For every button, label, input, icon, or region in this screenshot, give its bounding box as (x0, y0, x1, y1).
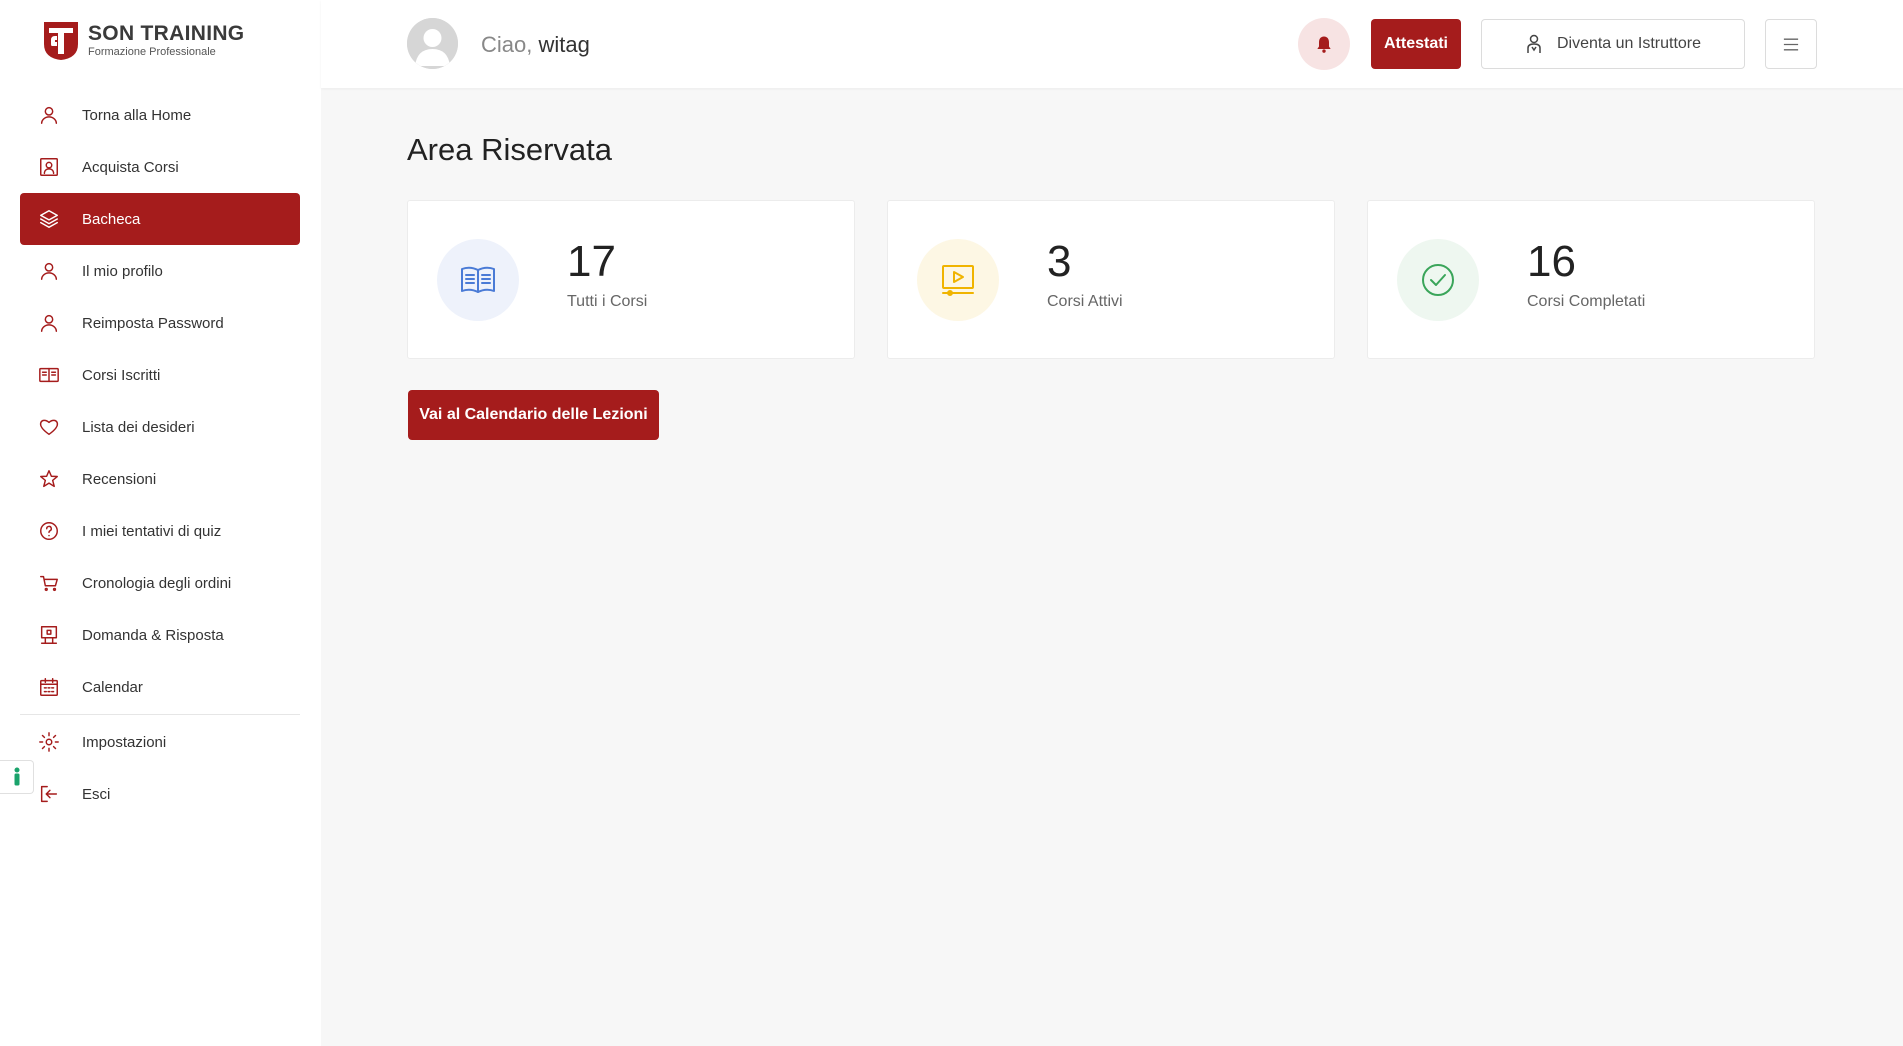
video-lesson-icon (942, 265, 974, 296)
sidebar-item-label: Recensioni (82, 470, 157, 488)
brand-title: SON TRAINING (88, 21, 245, 45)
accessibility-icon (14, 767, 19, 786)
greeting: Ciao, witag (481, 32, 590, 58)
sidebar-item-label: Acquista Corsi (82, 158, 179, 176)
brand-subtitle: Formazione Professionale (88, 45, 216, 58)
stat-label: Corsi Completati (1527, 293, 1646, 310)
sidebar-item-reimposta-password[interactable]: Reimposta Password (20, 297, 300, 349)
stat-icon-circle (1397, 239, 1479, 321)
calendar-lessons-button[interactable]: Vai al Calendario delle Lezioni (408, 390, 659, 440)
stat-card-active-courses: 3 Corsi Attivi (887, 200, 1335, 359)
sidebar-nav: Torna alla Home Acquista Corsi Bacheca I… (20, 89, 300, 820)
sidebar-item-home[interactable]: Torna alla Home (20, 89, 300, 141)
stat-icon-circle (437, 239, 519, 321)
sidebar: SON TRAINING Formazione Professionale To… (0, 0, 321, 1046)
become-instructor-button[interactable]: Diventa un Istruttore (1481, 19, 1745, 69)
hamburger-icon (1783, 38, 1799, 50)
sidebar-item-lista-desideri[interactable]: Lista dei desideri (20, 401, 300, 453)
sidebar-item-label: Reimposta Password (82, 314, 224, 332)
sidebar-item-label: Corsi Iscritti (82, 366, 161, 384)
menu-button[interactable] (1765, 19, 1817, 69)
user-avatar-icon (407, 18, 458, 69)
stat-label: Corsi Attivi (1047, 293, 1123, 310)
page-title: Area Riservata (407, 132, 613, 167)
stat-value: 16 (1527, 237, 1576, 286)
sidebar-item-label: I miei tentativi di quiz (82, 522, 222, 540)
qa-icon (38, 624, 60, 646)
sidebar-item-recensioni[interactable]: Recensioni (20, 453, 300, 505)
stat-label: Tutti i Corsi (567, 293, 648, 310)
accessibility-tab[interactable] (0, 760, 34, 794)
become-instructor-label: Diventa un Istruttore (1556, 35, 1702, 52)
open-book-icon (461, 266, 495, 293)
sidebar-item-label: Calendar (82, 678, 143, 696)
avatar[interactable] (407, 18, 458, 69)
layers-icon (38, 208, 60, 230)
sidebar-item-label: Cronologia degli ordini (82, 574, 232, 592)
star-icon (38, 468, 60, 490)
notifications-button[interactable] (1298, 18, 1350, 70)
sidebar-item-bacheca[interactable]: Bacheca (20, 193, 300, 245)
sidebar-item-label: Esci (82, 785, 111, 803)
sidebar-item-profilo[interactable]: Il mio profilo (20, 245, 300, 297)
stat-card-all-courses: 17 Tutti i Corsi (407, 200, 855, 359)
sidebar-item-corsi-iscritti[interactable]: Corsi Iscritti (20, 349, 300, 401)
sidebar-item-label: Il mio profilo (82, 262, 163, 280)
sidebar-item-esci[interactable]: Esci (20, 768, 300, 820)
portrait-icon (38, 156, 60, 178)
sidebar-item-impostazioni[interactable]: Impostazioni (20, 716, 300, 768)
sidebar-item-label: Torna alla Home (82, 106, 192, 124)
gear-icon (38, 731, 60, 753)
brand-logo[interactable]: SON TRAINING Formazione Professionale (40, 18, 244, 62)
user-icon (38, 260, 60, 282)
stat-value: 17 (567, 237, 616, 286)
sidebar-item-quiz[interactable]: I miei tentativi di quiz (20, 505, 300, 557)
sidebar-item-acquista-corsi[interactable]: Acquista Corsi (20, 141, 300, 193)
sidebar-item-calendar[interactable]: Calendar (20, 661, 300, 713)
bell-icon (1317, 36, 1331, 53)
sidebar-divider (20, 714, 300, 715)
instructor-icon (1527, 34, 1541, 53)
logout-icon (38, 783, 60, 805)
sidebar-item-label: Domanda & Risposta (82, 626, 224, 644)
sidebar-item-ordini[interactable]: Cronologia degli ordini (20, 557, 300, 609)
user-icon (38, 104, 60, 126)
logo-mark-icon (44, 22, 78, 60)
book-icon (38, 364, 60, 386)
stat-value: 3 (1047, 237, 1072, 286)
calendar-icon (38, 676, 60, 698)
top-header: Ciao, witag Attestati Diventa un Istrutt… (321, 0, 1903, 88)
username: witag (538, 32, 590, 57)
sidebar-item-domanda-risposta[interactable]: Domanda & Risposta (20, 609, 300, 661)
cart-icon (38, 572, 60, 594)
stat-icon-circle (917, 239, 999, 321)
sidebar-item-label: Impostazioni (82, 733, 167, 751)
check-circle-icon (1422, 264, 1454, 296)
sidebar-item-label: Lista dei desideri (82, 418, 195, 436)
greeting-prefix: Ciao, (481, 32, 533, 57)
stat-card-completed-courses: 16 Corsi Completati (1367, 200, 1815, 359)
question-icon (38, 520, 60, 542)
attestati-button[interactable]: Attestati (1371, 19, 1461, 69)
user-icon (38, 312, 60, 334)
sidebar-item-label: Bacheca (82, 210, 141, 228)
heart-icon (38, 416, 60, 438)
